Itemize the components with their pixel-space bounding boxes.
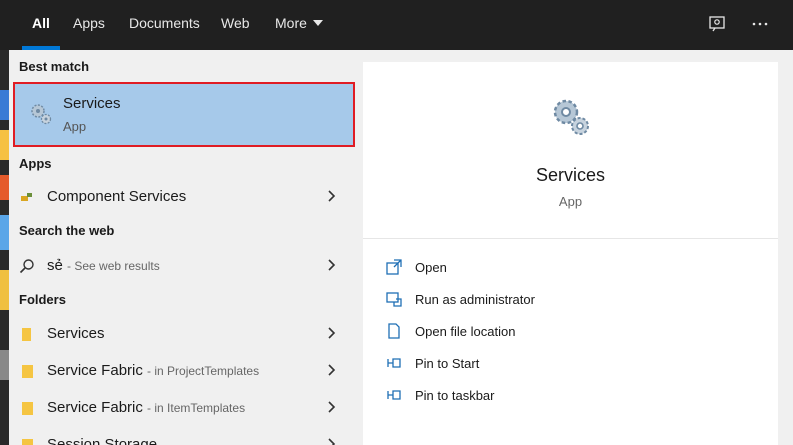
preview-panel: Services App Open Run as administrator O… bbox=[359, 50, 793, 445]
divider bbox=[363, 238, 778, 239]
list-item-folder[interactable]: Service Fabric - in ItemTemplates bbox=[9, 389, 355, 426]
chevron-right-icon[interactable] bbox=[325, 400, 339, 414]
pin-icon bbox=[387, 390, 401, 400]
chevron-right-icon[interactable] bbox=[325, 363, 339, 377]
chevron-right-icon[interactable] bbox=[325, 189, 339, 203]
folder-location: - in ItemTemplates bbox=[147, 401, 246, 415]
action-label: Run as administrator bbox=[415, 292, 535, 307]
list-item-component-services[interactable]: Component Services bbox=[9, 178, 355, 215]
action-label: Open file location bbox=[415, 324, 516, 339]
action-label: Pin to taskbar bbox=[415, 388, 495, 403]
best-match-type: App bbox=[63, 119, 87, 134]
list-item-label: Session Storage bbox=[47, 436, 158, 445]
chevron-right-icon[interactable] bbox=[325, 326, 339, 340]
section-folders: Folders bbox=[19, 292, 66, 307]
folder-icon bbox=[22, 328, 31, 341]
results-panel: Best match Services App Apps Component S… bbox=[9, 50, 359, 445]
open-icon bbox=[386, 259, 402, 275]
file-location-icon bbox=[388, 323, 400, 339]
preview-card: Services App Open Run as administrator O… bbox=[363, 62, 778, 445]
gears-icon bbox=[553, 99, 589, 135]
caret-down-icon bbox=[312, 20, 323, 26]
section-best-match: Best match bbox=[19, 59, 90, 74]
shield-icon bbox=[386, 292, 402, 307]
preview-type: App bbox=[558, 194, 583, 209]
gears-icon bbox=[31, 104, 52, 125]
preview-title: Services bbox=[535, 165, 606, 185]
folder-icon bbox=[22, 439, 33, 445]
list-item-web-search[interactable]: sẻ - See web results bbox=[9, 247, 355, 284]
web-query: sẻ - See web results bbox=[47, 257, 160, 274]
chevron-right-icon[interactable] bbox=[325, 258, 339, 272]
feedback-icon[interactable] bbox=[707, 14, 727, 34]
search-icon bbox=[19, 259, 34, 274]
folder-icon bbox=[22, 402, 33, 415]
search-scope-bar: All Apps Documents Web More bbox=[0, 0, 793, 50]
list-item-label: Component Services bbox=[47, 188, 187, 205]
best-match-title: Services bbox=[63, 95, 121, 112]
tab-more-label: More bbox=[275, 15, 307, 31]
section-search-web: Search the web bbox=[19, 223, 115, 238]
web-query-suffix: - See web results bbox=[67, 259, 160, 273]
tab-web[interactable]: Web bbox=[221, 0, 250, 50]
component-services-icon bbox=[21, 193, 32, 201]
tab-apps[interactable]: Apps bbox=[73, 0, 105, 50]
best-match-result[interactable]: Services App bbox=[13, 82, 355, 147]
more-options-icon[interactable] bbox=[750, 14, 770, 34]
list-item-folder[interactable]: Session Storage bbox=[9, 426, 355, 445]
folder-icon bbox=[22, 365, 33, 378]
list-item-folder[interactable]: Service Fabric - in ProjectTemplates bbox=[9, 352, 355, 389]
tab-documents[interactable]: Documents bbox=[129, 0, 200, 50]
list-item-folder[interactable]: Services bbox=[9, 315, 355, 352]
action-label: Pin to Start bbox=[415, 356, 480, 371]
tab-all[interactable]: All bbox=[22, 0, 60, 50]
desktop-edge bbox=[0, 50, 9, 445]
list-item-label: Service Fabric - in ItemTemplates bbox=[47, 399, 245, 416]
web-query-text: sẻ bbox=[47, 257, 63, 274]
folder-name: Service Fabric bbox=[47, 362, 143, 379]
pin-icon bbox=[387, 358, 401, 368]
list-item-label: Services bbox=[47, 325, 105, 342]
folder-location: - in ProjectTemplates bbox=[147, 364, 260, 378]
chevron-right-icon[interactable] bbox=[325, 437, 339, 445]
folder-name: Service Fabric bbox=[47, 399, 143, 416]
action-label: Open bbox=[415, 260, 447, 275]
tab-more[interactable]: More bbox=[275, 0, 323, 50]
list-item-label: Service Fabric - in ProjectTemplates bbox=[47, 362, 259, 379]
section-apps: Apps bbox=[19, 156, 52, 171]
